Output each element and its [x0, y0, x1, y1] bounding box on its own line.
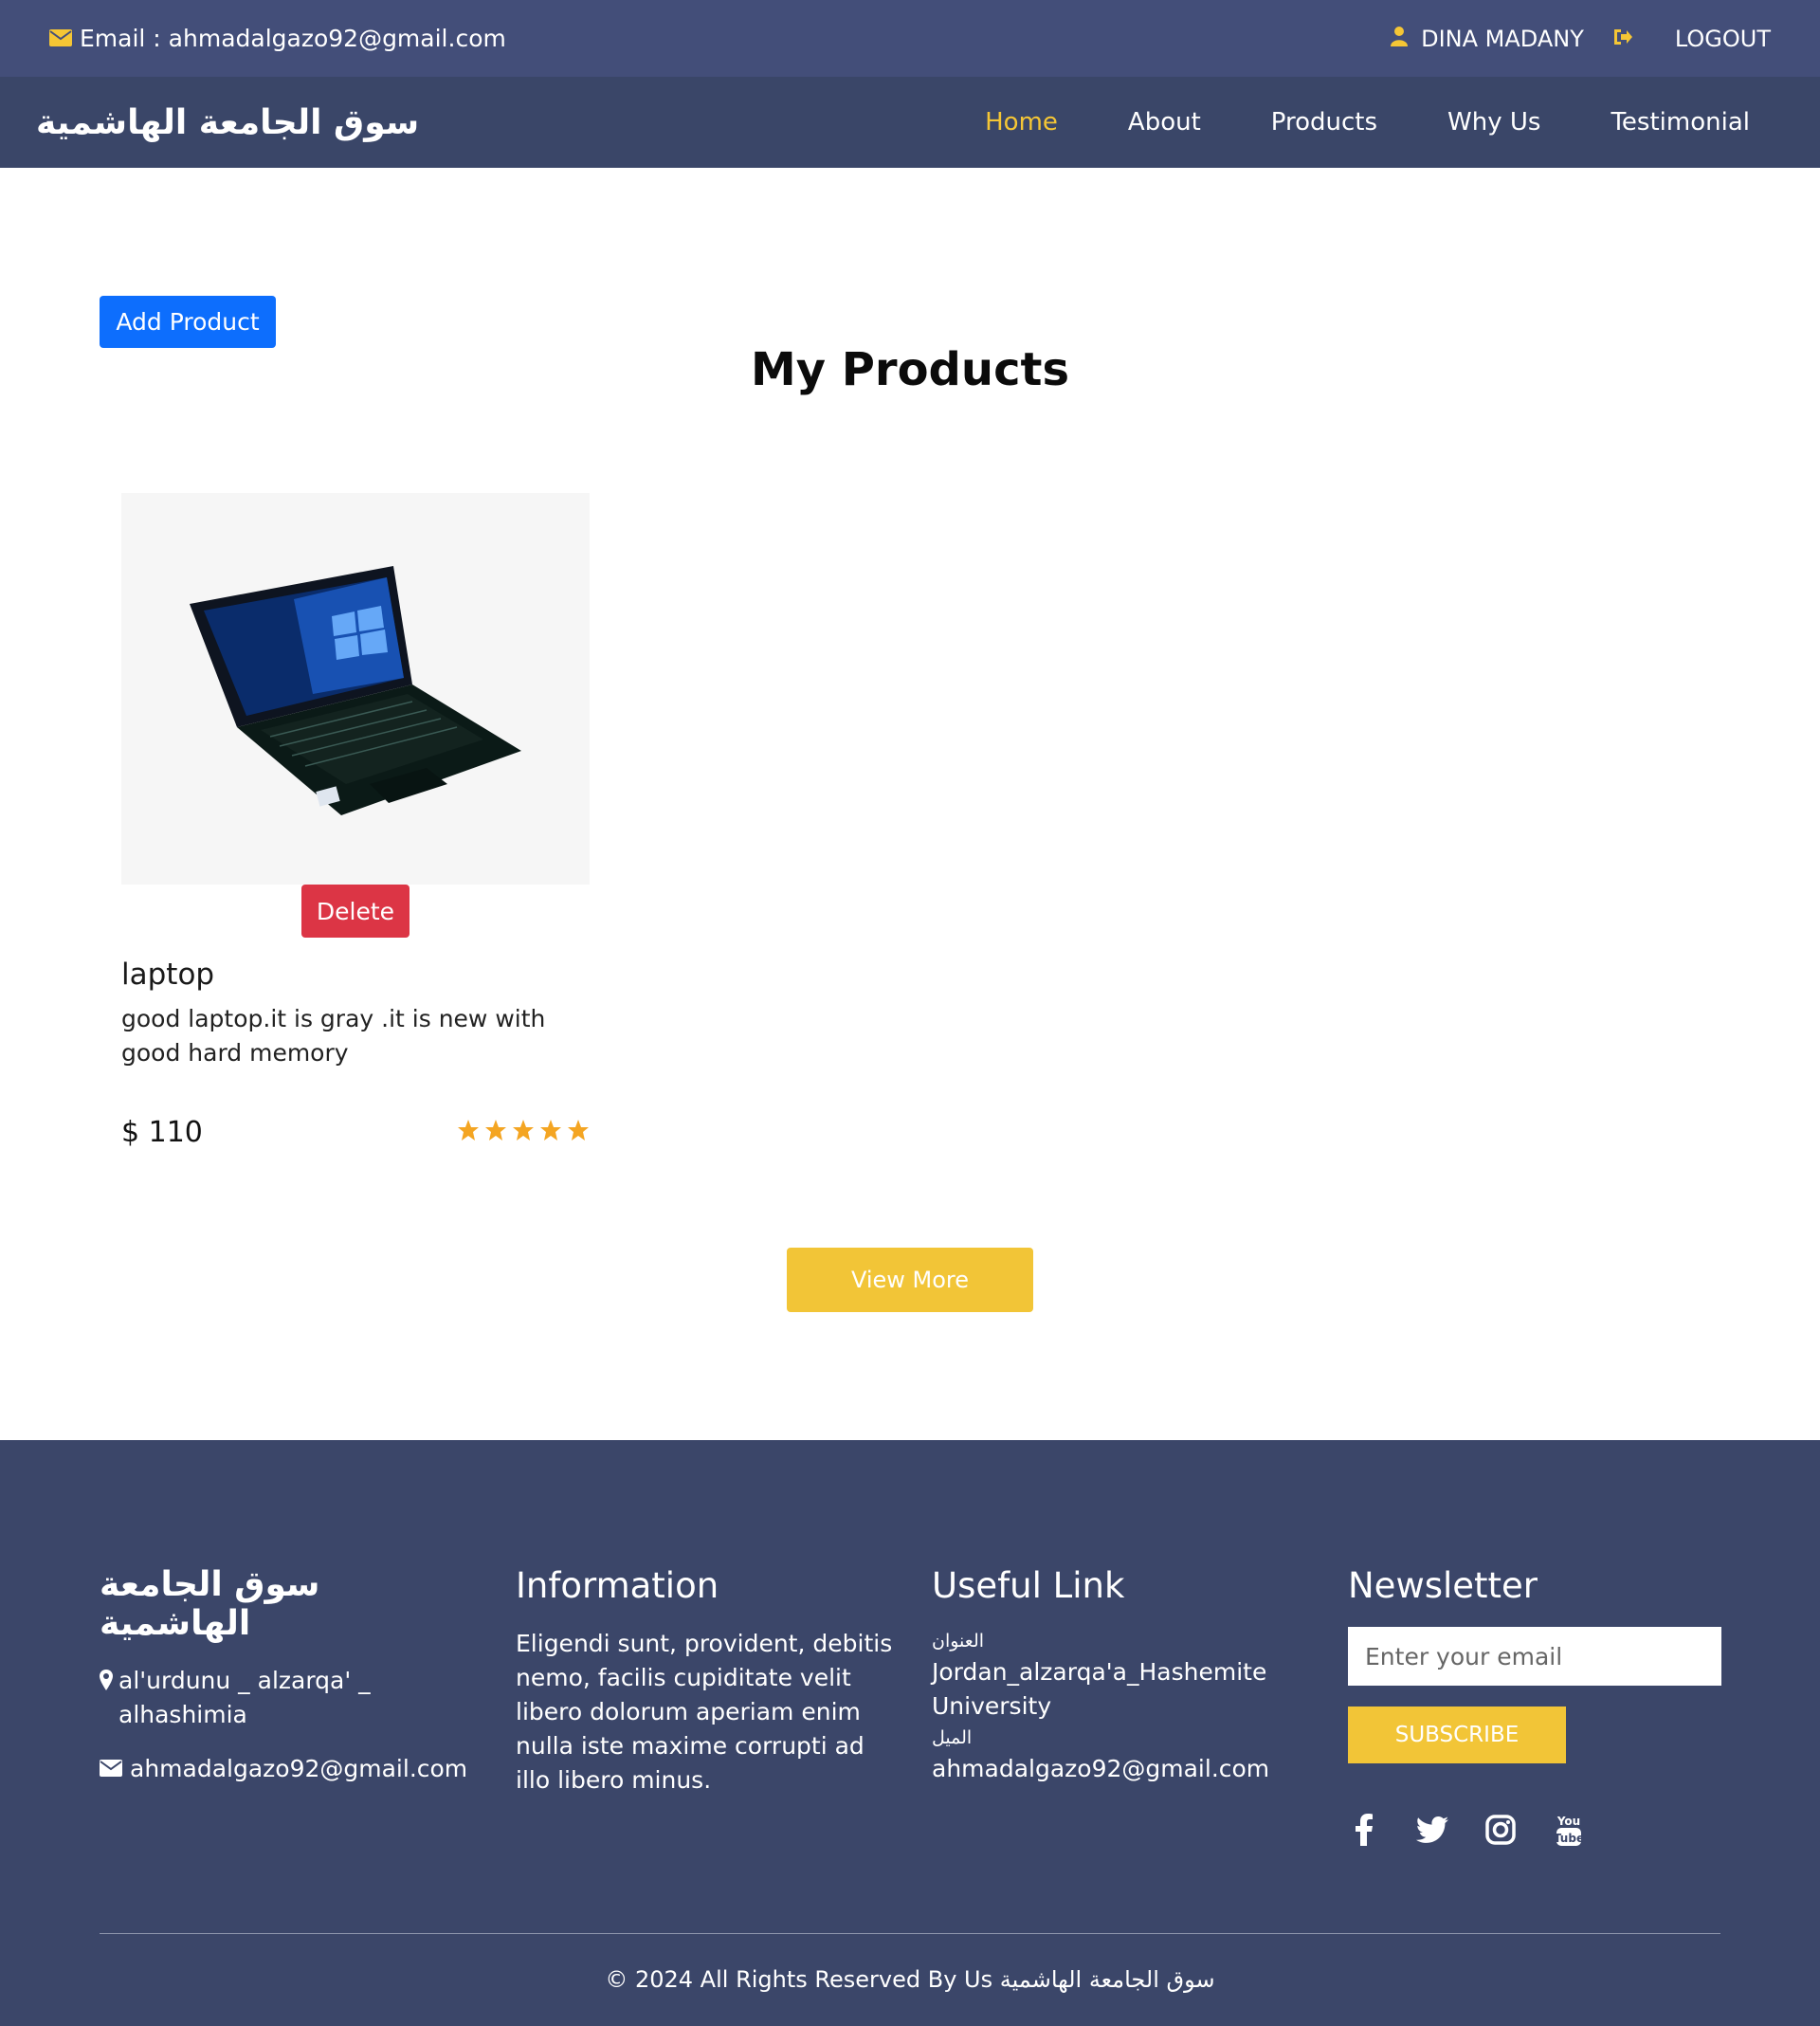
star-icon	[568, 1120, 589, 1141]
top-bar: Email : ahmadalgazo92@gmail.com DINA MAD…	[0, 0, 1820, 77]
footer: سوق الجامعة الهاشمية al'urdunu _ alzarqa…	[0, 1440, 1820, 2026]
star-icon	[513, 1120, 534, 1141]
svg-text:Tube: Tube	[1555, 1832, 1583, 1845]
page-title: My Products	[750, 343, 1070, 396]
user-icon	[1391, 26, 1409, 52]
product-image	[121, 493, 590, 885]
envelope-icon	[100, 1755, 122, 1782]
footer-newsletter-column: Newsletter SUBSCRIBE You Tube	[1348, 1565, 1727, 1847]
footer-email-text: ahmadalgazo92@gmail.com	[130, 1755, 468, 1782]
footer-address: al'urdunu _ alzarqa' _ alhashimia	[100, 1664, 469, 1732]
useful-link-title: Useful Link	[932, 1565, 1125, 1606]
user-name: DINA MADANY	[1421, 25, 1584, 52]
main-navbar: سوق الجامعة الهاشمية Home About Products…	[0, 77, 1820, 168]
user-menu[interactable]: DINA MADANY	[1391, 26, 1584, 52]
newsletter-title: Newsletter	[1348, 1565, 1538, 1606]
footer-brand: سوق الجامعة الهاشمية	[100, 1565, 320, 1643]
twitter-icon[interactable]	[1416, 1813, 1448, 1847]
product-price: $ 110	[121, 1116, 203, 1149]
newsletter-email-input[interactable]	[1348, 1627, 1721, 1686]
delete-button[interactable]: Delete	[301, 885, 410, 938]
nav-why-us[interactable]: Why Us	[1447, 108, 1540, 137]
youtube-icon[interactable]: You Tube	[1553, 1813, 1585, 1847]
star-icon	[458, 1120, 479, 1141]
nav-home[interactable]: Home	[985, 108, 1058, 137]
information-title: Information	[516, 1565, 719, 1606]
product-name: laptop	[121, 958, 215, 992]
top-email: Email : ahmadalgazo92@gmail.com	[49, 25, 506, 52]
instagram-icon[interactable]	[1484, 1813, 1517, 1847]
nav-about[interactable]: About	[1128, 108, 1201, 137]
footer-email[interactable]: ahmadalgazo92@gmail.com	[100, 1755, 469, 1782]
copyright-text: © 2024 All Rights Reserved By Us سوق الج…	[605, 1966, 1215, 1993]
rating-stars	[457, 1119, 590, 1141]
nav-testimonial[interactable]: Testimonial	[1611, 108, 1750, 137]
footer-brand-column: سوق الجامعة الهاشمية al'urdunu _ alzarqa…	[100, 1565, 469, 1782]
information-text: Eligendi sunt, provident, debitis nemo, …	[516, 1630, 893, 1794]
map-marker-icon	[100, 1664, 113, 1694]
useful-email-label: الميل	[932, 1727, 973, 1748]
useful-address-label: العنوان	[932, 1631, 985, 1652]
logout-button[interactable]: LOGOUT	[1612, 26, 1771, 52]
star-icon	[485, 1120, 506, 1141]
view-more-button[interactable]: View More	[787, 1248, 1033, 1312]
useful-address: Jordan_alzarqa'a_Hashemite University	[932, 1658, 1267, 1720]
nav-links: Home About Products Why Us Testimonial	[985, 108, 1784, 137]
footer-useful-link-column: Useful Link العنوان Jordan_alzarqa'a_Has…	[932, 1565, 1311, 1786]
subscribe-button[interactable]: SUBSCRIBE	[1348, 1707, 1566, 1763]
envelope-icon	[49, 25, 72, 52]
footer-address-text: al'urdunu _ alzarqa' _ alhashimia	[118, 1667, 371, 1728]
top-email-text: Email : ahmadalgazo92@gmail.com	[80, 25, 506, 52]
useful-email[interactable]: ahmadalgazo92@gmail.com	[932, 1752, 1311, 1786]
brand-logo[interactable]: سوق الجامعة الهاشمية	[36, 103, 419, 142]
nav-products[interactable]: Products	[1271, 108, 1377, 137]
add-product-button[interactable]: Add Product	[100, 296, 276, 348]
footer-divider	[100, 1933, 1720, 1934]
facebook-icon[interactable]	[1348, 1813, 1380, 1847]
sign-out-icon	[1612, 26, 1633, 52]
social-links: You Tube	[1348, 1813, 1727, 1847]
product-description: good laptop.it is gray .it is new with g…	[121, 1005, 546, 1067]
svg-text:You: You	[1556, 1815, 1580, 1828]
laptop-image	[190, 565, 521, 815]
product-card: Delete laptop good laptop.it is gray .it…	[121, 493, 590, 1149]
footer-information-column: Information Eligendi sunt, provident, de…	[516, 1565, 895, 1798]
star-icon	[540, 1120, 561, 1141]
logout-label: LOGOUT	[1674, 25, 1771, 52]
